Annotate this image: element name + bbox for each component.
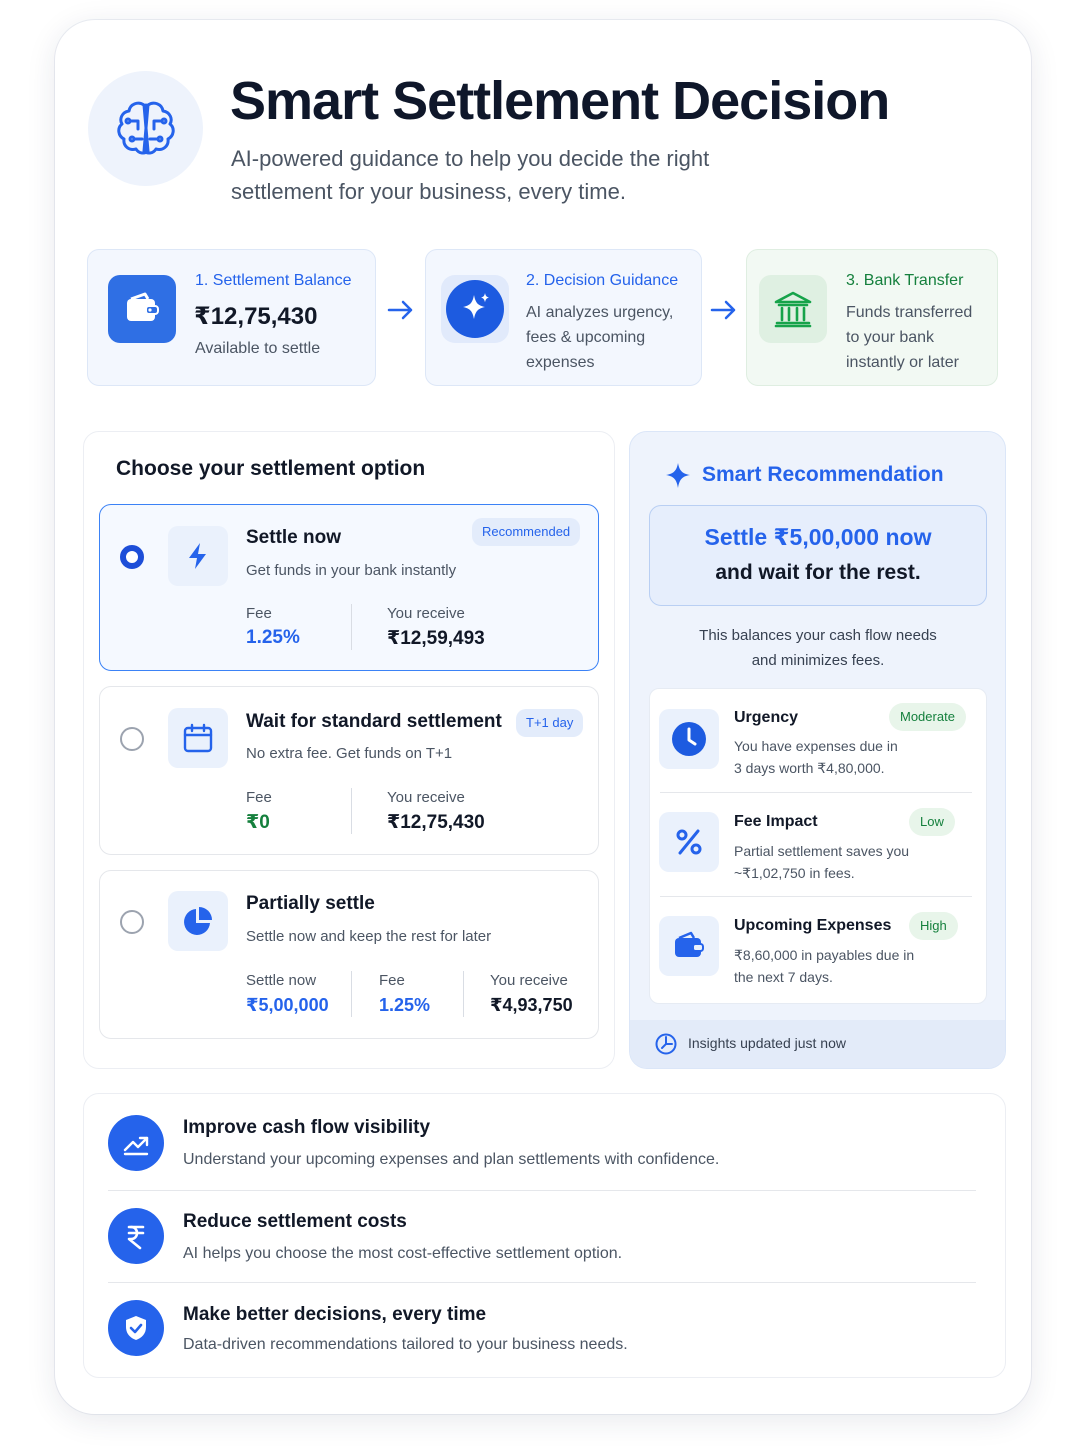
t1-day-badge: T+1 day xyxy=(516,709,584,737)
step-desc: Funds transferred to your bank instantly… xyxy=(846,300,996,375)
fee-label: Fee xyxy=(379,972,405,989)
options-panel-title: Choose your settlement option xyxy=(116,457,426,480)
trend-up-icon xyxy=(108,1115,164,1171)
refresh-icon xyxy=(655,1033,677,1055)
receive-value: ₹4,93,750 xyxy=(490,995,573,1015)
insight-desc-line: 3 days worth ₹4,80,000. xyxy=(734,760,885,776)
step-desc-line: Funds transferred xyxy=(846,304,973,321)
page-title: Smart Settlement Decision xyxy=(230,71,890,131)
divider xyxy=(108,1190,976,1191)
divider xyxy=(660,896,972,897)
sparkle-icon xyxy=(441,275,509,343)
radio-settle-now[interactable] xyxy=(120,545,144,569)
option-title: Settle now xyxy=(246,527,342,548)
recommendation-note: This balances your cash flow needs and m… xyxy=(649,623,987,673)
insight-desc: You have expenses due in 3 days worth ₹4… xyxy=(734,735,924,779)
rupee-icon xyxy=(108,1208,164,1264)
subtitle-line: settlement for your business, every time… xyxy=(231,179,626,204)
benefit-title: Improve cash flow visibility xyxy=(183,1117,431,1138)
benefit-desc: AI helps you choose the most cost-effect… xyxy=(183,1245,623,1262)
receive-label: You receive xyxy=(490,972,568,989)
step-title: 2. Decision Guidance xyxy=(526,272,679,289)
step-desc-line: fees & upcoming xyxy=(526,329,646,346)
radio-partially-settle[interactable] xyxy=(120,910,144,934)
wallet-icon xyxy=(659,916,719,976)
recommendation-headline: Settle ₹5,00,000 now xyxy=(704,524,932,550)
insight-title: Fee Impact xyxy=(734,813,818,830)
arrow-right-icon xyxy=(387,300,413,320)
fee-label: Fee xyxy=(246,789,272,806)
bank-icon xyxy=(759,275,827,343)
receive-label: You receive xyxy=(387,789,465,806)
insight-desc-line: Partial settlement saves you xyxy=(734,843,910,859)
fee-value: ₹0 xyxy=(246,812,270,833)
insight-desc: Partial settlement saves you ~₹1,02,750 … xyxy=(734,840,924,884)
fee-label: Fee xyxy=(246,605,272,622)
step-title: 3. Bank Transfer xyxy=(846,272,964,289)
insight-title: Urgency xyxy=(734,709,799,726)
receive-value: ₹12,75,430 xyxy=(387,812,485,833)
settle-now-label: Settle now xyxy=(246,972,317,989)
subtitle-line: AI-powered guidance to help you decide t… xyxy=(231,146,710,171)
pie-chart-icon xyxy=(168,891,228,951)
step-desc-line: instantly or later xyxy=(846,354,959,371)
insight-desc-line: ~₹1,02,750 in fees. xyxy=(734,865,855,881)
divider xyxy=(463,971,464,1017)
settle-now-value: ₹5,00,000 xyxy=(246,995,329,1015)
fee-value: 1.25% xyxy=(379,995,431,1015)
brain-icon xyxy=(88,71,203,186)
receive-label: You receive xyxy=(387,605,465,622)
step-desc-line: expenses xyxy=(526,354,595,371)
urgency-pill: Moderate xyxy=(889,703,966,731)
page-subtitle: AI-powered guidance to help you decide t… xyxy=(231,142,791,208)
insight-desc-line: You have expenses due in xyxy=(734,738,898,754)
calendar-icon xyxy=(168,708,228,768)
note-line: This balances your cash flow needs xyxy=(699,627,937,644)
step-title: 1. Settlement Balance xyxy=(195,272,352,289)
shield-check-icon xyxy=(108,1300,164,1356)
step-desc-line: AI analyzes urgency, xyxy=(526,304,674,321)
receive-value: ₹12,59,493 xyxy=(387,628,485,649)
recommendation-title: Smart Recommendation xyxy=(702,463,944,486)
insight-desc-line: the next 7 days. xyxy=(734,969,833,985)
step-desc-line: to your bank xyxy=(846,329,935,346)
arrow-right-icon xyxy=(710,300,736,320)
recommended-badge: Recommended xyxy=(472,518,581,546)
divider xyxy=(351,604,352,650)
fee-value: 1.25% xyxy=(246,627,300,648)
divider xyxy=(660,792,972,793)
insight-title: Upcoming Expenses xyxy=(734,917,892,934)
fee-impact-pill: Low xyxy=(909,808,955,836)
option-title: Wait for standard settlement xyxy=(246,711,502,732)
benefit-desc: Understand your upcoming expenses and pl… xyxy=(183,1151,720,1168)
radio-wait-standard[interactable] xyxy=(120,727,144,751)
recommendation-headline-box: Settle ₹5,00,000 now and wait for the re… xyxy=(649,505,987,606)
sparkle-icon xyxy=(666,463,690,488)
insights-updated-text: Insights updated just now xyxy=(688,1035,846,1051)
divider xyxy=(351,788,352,834)
divider xyxy=(108,1282,976,1283)
option-desc: No extra fee. Get funds on T+1 xyxy=(246,745,453,762)
wallet-icon xyxy=(108,275,176,343)
divider xyxy=(351,971,352,1017)
lightning-icon xyxy=(168,526,228,586)
insight-desc-line: ₹8,60,000 in payables due in xyxy=(734,947,915,963)
recommendation-subheadline: and wait for the rest. xyxy=(715,561,921,584)
clock-icon xyxy=(659,709,719,769)
option-title: Partially settle xyxy=(246,893,375,914)
upcoming-expenses-pill: High xyxy=(909,912,958,940)
step-desc: AI analyzes urgency, fees & upcoming exp… xyxy=(526,300,696,375)
balance-amount: ₹12,75,430 xyxy=(194,303,318,330)
option-desc: Settle now and keep the rest for later xyxy=(246,928,492,945)
benefit-desc: Data-driven recommendations tailored to … xyxy=(183,1336,628,1353)
step-desc: Available to settle xyxy=(195,340,321,357)
benefit-title: Make better decisions, every time xyxy=(183,1304,487,1325)
option-desc: Get funds in your bank instantly xyxy=(246,562,457,579)
percent-icon xyxy=(659,812,719,872)
benefit-title: Reduce settlement costs xyxy=(183,1211,407,1232)
note-line: and minimizes fees. xyxy=(751,652,885,669)
insight-desc: ₹8,60,000 in payables due in the next 7 … xyxy=(734,944,924,988)
